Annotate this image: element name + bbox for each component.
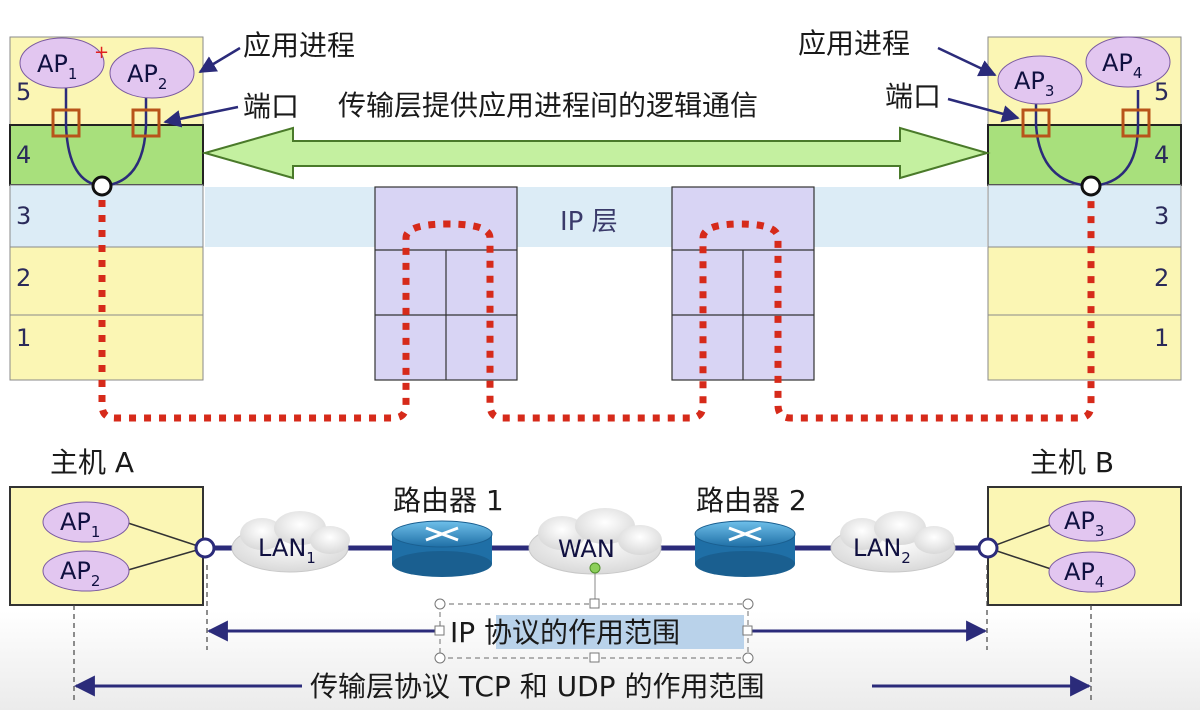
lan2-cloud: LAN2: [830, 511, 956, 573]
layer-1-right: [987, 314, 1182, 381]
logical-communication-arrow: [201, 126, 991, 180]
layer-1-left: [9, 314, 204, 381]
lan1-cloud: LAN1: [231, 511, 350, 573]
port-label-right: 端口: [885, 80, 941, 113]
host-b-label: 主机 B: [1030, 446, 1114, 479]
layer-number-1-right: 1: [1154, 324, 1169, 352]
cursor-mark: +: [94, 42, 109, 63]
layer-number-2-left: 2: [16, 264, 31, 292]
router-2-icon: [694, 520, 796, 577]
layer-4-right: [987, 124, 1182, 186]
layer-number-3-left: 3: [16, 202, 31, 230]
socket-point-right: [1080, 175, 1102, 197]
app-process-label-left: 应用进程: [243, 29, 355, 62]
layer-number-1-left: 1: [16, 324, 31, 352]
diagram-canvas: 5 4 3 2 1 AP1 + AP2 5 4 3 2 1 AP3 AP4 应用…: [0, 0, 1200, 710]
host-a-stack: 5 4 3 2 1 AP1 + AP2: [9, 36, 204, 381]
layer-number-4-left: 4: [16, 141, 31, 169]
layer-number-2-right: 2: [1154, 264, 1169, 292]
ip-layer-label: IP 层: [560, 207, 618, 237]
socket-point-left: [91, 175, 113, 197]
transport-layer-diagram: 5 4 3 2 1 AP1 + AP2 5 4 3 2 1 AP3 AP4 应用…: [9, 27, 1182, 703]
router-1-label: 路由器 1: [393, 484, 504, 517]
router-2-label: 路由器 2: [696, 484, 807, 517]
host-a-label: 主机 A: [50, 446, 134, 479]
layer-3-right: [987, 184, 1182, 248]
layer-2-right: [987, 246, 1182, 316]
router-1-icon: [391, 520, 493, 577]
router-2-stack: [671, 186, 815, 381]
transport-logic-label: 传输层提供应用进程间的逻辑通信: [338, 89, 758, 122]
ip-scope-label: IP 协议的作用范围: [450, 616, 680, 649]
tcp-udp-scope-label: 传输层协议 TCP 和 UDP 的作用范围: [310, 670, 764, 703]
layer-2-left: [9, 246, 204, 316]
port-label-left: 端口: [243, 90, 299, 123]
app-process-label-right: 应用进程: [798, 27, 910, 60]
app-process-arrow-right: [937, 46, 997, 77]
router-1-stack: [374, 186, 518, 381]
layer-number-5-right: 5: [1154, 78, 1169, 106]
host-b-stack: 5 4 3 2 1 AP3 AP4: [987, 36, 1182, 381]
layer-number-5-left: 5: [16, 78, 31, 106]
layer-number-4-right: 4: [1154, 141, 1169, 169]
layer-4-left: [9, 124, 204, 186]
layer-number-3-right: 3: [1154, 202, 1169, 230]
wan-label: WAN: [558, 535, 615, 563]
app-process-arrow-left: [198, 46, 241, 74]
host-b-interface: [977, 537, 999, 559]
host-a-interface: [194, 537, 216, 559]
